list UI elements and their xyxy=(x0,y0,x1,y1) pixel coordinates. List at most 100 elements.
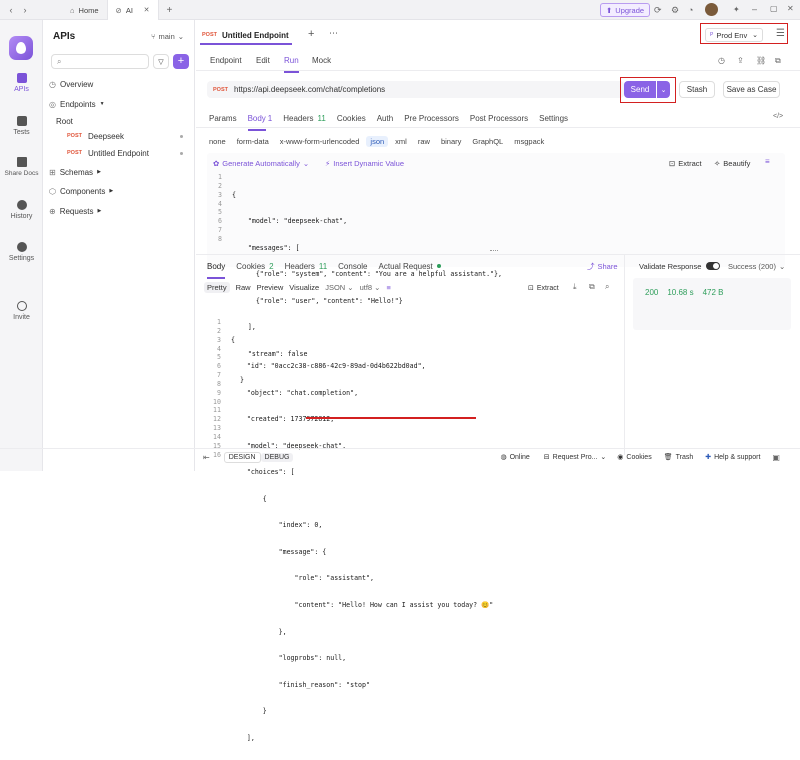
tab-ai[interactable]: ⊘ AI ✕ xyxy=(106,0,159,20)
rail-share-docs[interactable]: Share Docs xyxy=(0,157,43,177)
cookies-button[interactable]: ◉ Cookies xyxy=(617,453,651,462)
new-tab-icon[interactable]: + xyxy=(167,5,173,16)
more-icon[interactable]: ⋯ xyxy=(329,28,338,39)
body-type-msgpack[interactable]: msgpack xyxy=(514,137,544,146)
sidebar-item-overview[interactable]: ◷ Overview xyxy=(43,78,195,90)
body-type-raw[interactable]: raw xyxy=(418,137,430,146)
format-pretty[interactable]: Pretty xyxy=(204,281,230,293)
tab-auth[interactable]: Auth xyxy=(377,114,393,123)
upgrade-button[interactable]: ⬆ Upgrade xyxy=(600,3,651,17)
request-pro-button[interactable]: ⊟ Request Pro... ⌄ xyxy=(544,453,607,462)
tab-home[interactable]: ⌂ Home xyxy=(62,0,107,20)
help-support-button[interactable]: ✚ Help & support xyxy=(705,453,760,462)
format-visualize[interactable]: Visualize xyxy=(289,283,319,292)
body-type-form-data[interactable]: form-data xyxy=(237,137,269,146)
tab-headers[interactable]: Headers xyxy=(283,114,313,123)
sidebar-search-input[interactable]: ⌕ xyxy=(51,54,149,69)
sidebar-item-components[interactable]: ⬡ Components ▶ xyxy=(43,185,195,197)
add-button[interactable]: + xyxy=(173,54,189,69)
sidebar-item-root[interactable]: Root xyxy=(43,115,195,127)
resp-tab-headers[interactable]: Headers xyxy=(285,262,315,271)
extract-button[interactable]: ⊡ Extract xyxy=(669,157,702,169)
sidebar-item-requests[interactable]: ⊕ Requests ▶ xyxy=(43,205,195,217)
duplicate-icon[interactable]: ⧉ xyxy=(775,56,781,66)
tab-pre-processors[interactable]: Pre Processors xyxy=(404,114,459,123)
url-input[interactable]: https://api.deepseek.com/chat/completion… xyxy=(234,85,385,94)
body-type-binary[interactable]: binary xyxy=(441,137,461,146)
minimize-icon[interactable]: – xyxy=(752,4,757,14)
code-icon[interactable]: </> xyxy=(773,113,783,120)
design-mode-button[interactable]: DESIGN xyxy=(223,451,261,463)
save-as-case-button[interactable]: Save as Case xyxy=(723,81,780,98)
subtab-edit[interactable]: Edit xyxy=(256,56,270,65)
search-icon[interactable]: ⌕ xyxy=(605,282,609,292)
generate-automatically-button[interactable]: ✿ Generate Automatically ⌄ xyxy=(213,157,309,169)
format-json-select[interactable]: JSON ⌄ xyxy=(325,283,353,292)
avatar[interactable] xyxy=(705,3,718,16)
insert-dynamic-value-button[interactable]: ⚡ Insert Dynamic Value xyxy=(325,157,404,169)
body-type-none[interactable]: none xyxy=(209,137,226,146)
tab-post-processors[interactable]: Post Processors xyxy=(470,114,528,123)
body-type-xml[interactable]: xml xyxy=(395,137,407,146)
rail-invite[interactable]: Invite xyxy=(0,301,43,321)
body-type-graphql[interactable]: GraphQL xyxy=(472,137,503,146)
tab-params[interactable]: Params xyxy=(209,114,237,123)
resp-tab-cookies[interactable]: Cookies xyxy=(236,262,265,271)
sidebar-item-schemas[interactable]: ⊞ Schemas ▶ xyxy=(43,166,195,178)
home-icon: ⌂ xyxy=(70,5,75,15)
filter-button[interactable]: ▽ xyxy=(153,54,169,69)
download-icon[interactable]: ⤓ xyxy=(573,282,577,292)
resp-tab-actual-request[interactable]: Actual Request xyxy=(379,262,433,271)
resize-handle[interactable] xyxy=(490,250,498,252)
validation-status-select[interactable]: Success (200) ⌄ xyxy=(728,260,785,272)
format-icon[interactable]: ≡ xyxy=(765,157,770,166)
settings-icon[interactable]: ⚙ xyxy=(671,5,679,16)
body-type-json[interactable]: json xyxy=(366,135,389,147)
rail-tests[interactable]: Tests xyxy=(0,116,43,136)
format-raw[interactable]: Raw xyxy=(236,283,251,292)
toggle-switch[interactable] xyxy=(706,262,721,270)
validate-response-toggle[interactable]: Validate Response xyxy=(639,260,721,272)
body-type-urlencoded[interactable]: x-www-form-urlencoded xyxy=(280,137,360,146)
close-window-icon[interactable]: ✕ xyxy=(787,4,794,13)
wrap-icon[interactable]: ≡ xyxy=(386,283,390,292)
format-preview[interactable]: Preview xyxy=(257,283,284,292)
resp-tab-body[interactable]: Body xyxy=(207,262,226,279)
forward-icon[interactable]: › xyxy=(18,5,32,15)
new-doc-tab-icon[interactable]: + xyxy=(308,28,314,40)
branch-selector[interactable]: ⑂ main ⌄ xyxy=(151,32,184,41)
close-tab-icon[interactable]: ✕ xyxy=(144,6,150,14)
trash-button[interactable]: 🗑 Trash xyxy=(664,453,694,462)
share-button[interactable]: ⤴ Share xyxy=(587,260,618,272)
collapse-sidebar-icon[interactable]: ⇤ xyxy=(203,453,210,462)
tab-settings[interactable]: Settings xyxy=(539,114,568,123)
beautify-button[interactable]: ✧ Beautify xyxy=(714,157,750,169)
maximize-icon[interactable]: ▢ xyxy=(770,4,778,13)
subtab-mock[interactable]: Mock xyxy=(312,56,331,65)
share-icon[interactable]: ⇪ xyxy=(737,56,744,65)
layout-icon[interactable]: ▣ xyxy=(772,453,780,462)
stash-button[interactable]: Stash xyxy=(679,81,715,98)
notification-icon[interactable]: ◔ xyxy=(688,5,693,15)
rail-apis[interactable]: APIs xyxy=(0,73,43,93)
rail-history[interactable]: History xyxy=(0,200,43,220)
pin-icon[interactable]: ✦ xyxy=(733,5,740,14)
copy-icon[interactable]: ⧉ xyxy=(589,282,595,292)
sidebar-item-deepseek[interactable]: POST Deepseek xyxy=(43,130,195,142)
online-status[interactable]: ◍ Online xyxy=(500,453,529,462)
doc-tab-untitled-endpoint[interactable]: POST Untitled Endpoint xyxy=(202,27,289,43)
sidebar-item-endpoints[interactable]: ◎ Endpoints ▼ xyxy=(43,98,195,110)
response-extract-button[interactable]: ⊡ Extract xyxy=(528,282,559,294)
sidebar-item-untitled-endpoint[interactable]: POST Untitled Endpoint xyxy=(43,147,195,159)
format-encoding-select[interactable]: utf8 ⌄ xyxy=(360,283,381,292)
link-icon[interactable]: ⛓ xyxy=(756,56,766,65)
tab-cookies[interactable]: Cookies xyxy=(337,114,366,123)
sync-icon[interactable]: ⟳ xyxy=(654,5,662,16)
debug-mode-button[interactable]: DEBUG xyxy=(260,452,294,462)
back-icon[interactable]: ‹ xyxy=(4,5,18,15)
url-bar[interactable]: POST https://api.deepseek.com/chat/compl… xyxy=(207,81,624,98)
subtab-endpoint[interactable]: Endpoint xyxy=(210,56,242,65)
resp-tab-console[interactable]: Console xyxy=(338,262,367,271)
clock-icon[interactable]: ◷ xyxy=(718,56,725,65)
rail-settings[interactable]: Settings xyxy=(0,242,43,262)
